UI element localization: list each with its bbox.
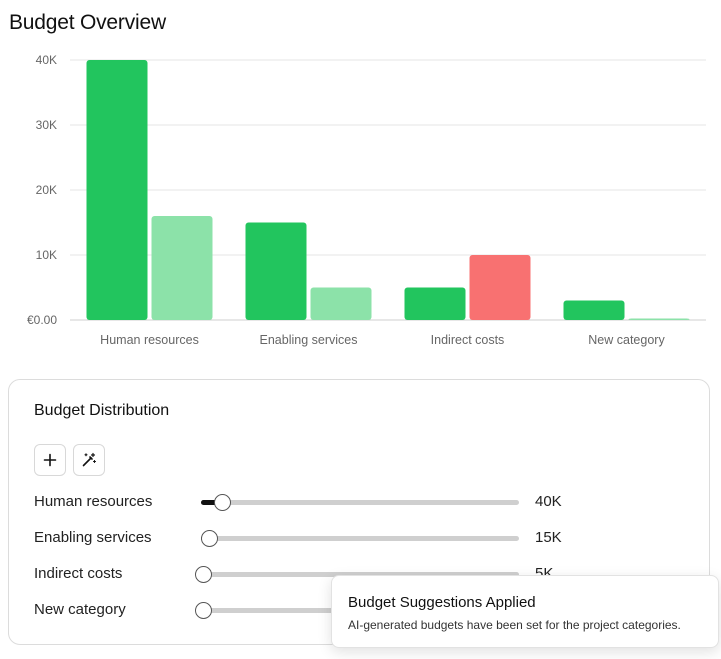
bar — [404, 287, 466, 320]
toast-notification: Budget Suggestions Applied AI-generated … — [331, 575, 719, 648]
distribution-row-enabling-services: Enabling services 15K — [9, 526, 709, 550]
budget-slider-track[interactable] — [201, 494, 519, 511]
y-tick-label: 30K — [36, 118, 57, 132]
row-value: 40K — [535, 493, 562, 510]
distribution-row-human-resources: Human resources 40K — [9, 490, 709, 514]
toast-description: AI-generated budgets have been set for t… — [348, 618, 681, 632]
y-tick-label: 20K — [36, 183, 57, 197]
bar — [151, 216, 213, 320]
ai-suggest-budget-button[interactable] — [73, 444, 105, 476]
x-tick-label: Indirect costs — [431, 333, 505, 347]
y-tick-label: 10K — [36, 248, 57, 262]
x-tick-label: Human resources — [100, 333, 199, 347]
budget-slider-track[interactable] — [200, 530, 519, 547]
row-label: New category — [34, 601, 126, 618]
budget-slider-thumb[interactable] — [194, 566, 212, 583]
row-label: Human resources — [34, 493, 153, 510]
magic-wand-icon — [82, 452, 97, 467]
bar — [245, 222, 307, 320]
toast-title: Budget Suggestions Applied — [348, 594, 536, 611]
row-label: Indirect costs — [34, 565, 123, 582]
row-label: Enabling services — [34, 529, 152, 546]
bar — [310, 287, 372, 320]
x-tick-label: New category — [588, 333, 665, 347]
budget-bar-chart: €0.00 10K 20K 30K 40K Human resources Enabling… — [27, 53, 706, 347]
budget-distribution-title: Budget Distribution — [34, 402, 170, 419]
bar — [86, 60, 148, 320]
bar — [469, 255, 531, 320]
add-category-button[interactable] — [34, 444, 66, 476]
x-tick-label: Enabling services — [260, 333, 358, 347]
bar — [563, 300, 625, 320]
bar — [628, 318, 690, 320]
row-value: 15K — [535, 529, 562, 546]
y-tick-label: 40K — [36, 53, 57, 67]
budget-slider-thumb[interactable] — [194, 602, 212, 619]
budget-slider-thumb[interactable] — [200, 530, 218, 547]
plus-icon — [43, 453, 57, 467]
y-tick-label: €0.00 — [27, 313, 57, 327]
budget-slider-thumb[interactable] — [213, 494, 231, 511]
